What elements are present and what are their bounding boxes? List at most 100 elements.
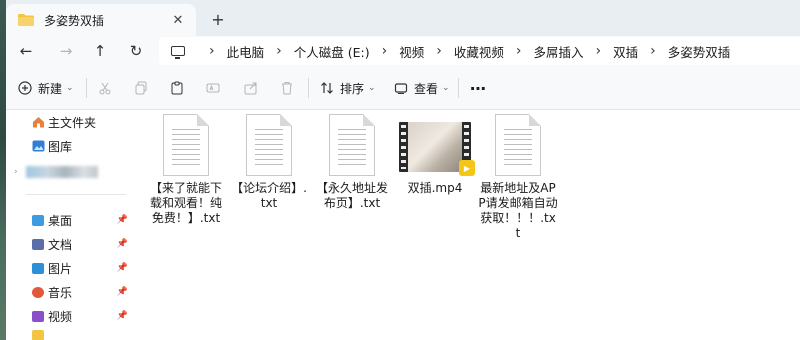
navigation-pane: 主文件夹 图库 › 桌面 📌 文档 📌 图片 📌 音乐 � bbox=[6, 110, 132, 340]
documents-icon bbox=[32, 238, 44, 250]
breadcrumb-separator: › bbox=[209, 43, 215, 59]
chevron-down-icon: ⌄ bbox=[368, 83, 376, 93]
toolbar-divider bbox=[86, 78, 87, 98]
share-icon bbox=[244, 82, 257, 95]
file-item[interactable]: 【来了就能下载和观看！纯免费！】.txt bbox=[146, 114, 226, 226]
tab-strip: 多姿势双插 ✕ + bbox=[6, 0, 800, 36]
file-explorer-window: 多姿势双插 ✕ + ← → ↑ ↻ › 此电脑 › 个人磁盘 (E:) › 视频… bbox=[6, 0, 800, 340]
video-file-icon: ▶ bbox=[399, 122, 475, 176]
file-item[interactable]: 最新地址及APP请发邮箱自动获取！！！.txt bbox=[478, 114, 558, 241]
breadcrumb-separator: › bbox=[595, 43, 602, 59]
sidebar-item-videos[interactable]: 视频 📌 bbox=[6, 304, 132, 328]
forward-button[interactable]: → bbox=[54, 40, 78, 62]
new-tab-button[interactable]: + bbox=[206, 8, 230, 30]
toolbar-divider bbox=[458, 78, 459, 98]
sidebar-divider bbox=[26, 194, 126, 195]
breadcrumb-separator: › bbox=[276, 43, 282, 59]
sidebar-item-home[interactable]: 主文件夹 bbox=[6, 110, 132, 134]
close-tab-icon[interactable]: ✕ bbox=[170, 12, 186, 28]
file-name: 【来了就能下载和观看！纯免费！】.txt bbox=[149, 181, 222, 225]
file-name: 【永久地址发布页】.txt bbox=[315, 181, 388, 210]
copy-icon bbox=[135, 81, 147, 95]
blurred-account-name bbox=[25, 166, 98, 178]
refresh-button[interactable]: ↻ bbox=[124, 40, 148, 62]
paste-button[interactable] bbox=[170, 78, 184, 98]
pin-icon: 📌 bbox=[116, 287, 128, 297]
sort-button-label: 排序 bbox=[340, 81, 365, 96]
plus-circle-icon bbox=[18, 81, 32, 95]
tab-current-folder[interactable]: 多姿势双插 ✕ bbox=[6, 4, 196, 36]
pin-icon: 📌 bbox=[116, 215, 128, 225]
chevron-down-icon: ⌄ bbox=[442, 83, 450, 93]
sidebar-item-pictures[interactable]: 图片 📌 bbox=[6, 256, 132, 280]
breadcrumb-drive[interactable]: 个人磁盘 (E:) bbox=[294, 42, 370, 61]
this-pc-icon bbox=[171, 46, 185, 59]
file-list: 【来了就能下载和观看！纯免费！】.txt 【论坛介绍】.txt 【永久地址发布页… bbox=[132, 110, 800, 340]
file-item[interactable]: 【永久地址发布页】.txt bbox=[312, 114, 392, 211]
file-name: 【论坛介绍】.txt bbox=[231, 181, 307, 210]
delete-button[interactable] bbox=[280, 78, 294, 98]
command-bar: 新建 ⌄ 排序 ⌄ 查看 ⌄ ⋯ bbox=[6, 66, 800, 110]
view-button-label: 查看 bbox=[414, 81, 439, 96]
music-icon bbox=[32, 286, 44, 298]
breadcrumb-videos[interactable]: 视频 bbox=[399, 42, 424, 61]
desktop-icon bbox=[32, 214, 44, 226]
share-button[interactable] bbox=[244, 78, 258, 98]
videos-icon bbox=[32, 310, 44, 322]
chevron-down-icon: ⌄ bbox=[66, 83, 74, 93]
new-button-label: 新建 bbox=[38, 81, 63, 96]
pictures-icon bbox=[32, 262, 44, 274]
address-bar[interactable]: › 此电脑 › 个人磁盘 (E:) › 视频 › 收藏视频 › 多屌插入 › 双… bbox=[159, 37, 800, 65]
tab-title: 多姿势双插 bbox=[44, 13, 105, 28]
pin-icon: 📌 bbox=[116, 311, 128, 321]
file-item[interactable]: 【论坛介绍】.txt bbox=[229, 114, 309, 211]
breadcrumb-separator: › bbox=[515, 43, 522, 59]
pin-icon: 📌 bbox=[116, 263, 128, 273]
new-button[interactable]: 新建 ⌄ bbox=[18, 78, 74, 98]
folder-icon bbox=[32, 330, 44, 340]
breadcrumb-separator: › bbox=[381, 43, 388, 59]
player-badge-icon: ▶ bbox=[459, 160, 475, 176]
breadcrumb-this-pc[interactable]: 此电脑 bbox=[227, 42, 265, 61]
pin-icon: 📌 bbox=[116, 239, 128, 249]
trash-icon bbox=[282, 82, 292, 95]
text-file-icon bbox=[163, 114, 209, 176]
scissors-icon bbox=[99, 82, 111, 95]
file-name: 最新地址及APP请发邮箱自动获取！！！.txt bbox=[478, 181, 558, 240]
cut-button[interactable] bbox=[98, 78, 112, 98]
more-options-button[interactable]: ⋯ bbox=[470, 78, 486, 98]
sidebar-item-music[interactable]: 音乐 📌 bbox=[6, 280, 132, 304]
text-file-icon bbox=[329, 114, 375, 176]
sidebar-item-label: 音乐 bbox=[48, 285, 73, 300]
clipboard-icon bbox=[171, 81, 183, 95]
text-file-icon bbox=[246, 114, 292, 176]
sidebar-item-blurred-account[interactable]: › bbox=[6, 160, 132, 184]
file-item[interactable]: ▶ 双插.mp4 bbox=[395, 114, 475, 196]
sort-icon bbox=[321, 82, 333, 94]
copy-button[interactable] bbox=[134, 78, 148, 98]
rename-icon bbox=[206, 83, 220, 93]
sidebar-item-label: 主文件夹 bbox=[48, 115, 97, 130]
text-file-icon bbox=[495, 114, 541, 176]
view-icon bbox=[394, 83, 408, 94]
sidebar-item-label: 视频 bbox=[48, 309, 73, 324]
sort-button[interactable]: 排序 ⌄ bbox=[320, 78, 376, 98]
view-button[interactable]: 查看 ⌄ bbox=[394, 78, 450, 98]
sidebar-item-desktop[interactable]: 桌面 📌 bbox=[6, 208, 132, 232]
up-button[interactable]: ↑ bbox=[88, 40, 112, 62]
sidebar-item-label: 图库 bbox=[48, 139, 73, 154]
sidebar-item-documents[interactable]: 文档 📌 bbox=[6, 232, 132, 256]
sidebar-item-partial[interactable] bbox=[6, 330, 132, 340]
home-icon bbox=[33, 117, 44, 128]
breadcrumb-folder-5[interactable]: 双插 bbox=[613, 42, 638, 61]
breadcrumb-favorites[interactable]: 收藏视频 bbox=[454, 42, 504, 61]
chevron-right-icon: › bbox=[14, 167, 18, 177]
sidebar-item-label: 文档 bbox=[48, 237, 73, 252]
sidebar-item-gallery[interactable]: 图库 bbox=[6, 134, 132, 158]
address-row: ← → ↑ ↻ › 此电脑 › 个人磁盘 (E:) › 视频 › 收藏视频 › … bbox=[6, 36, 800, 66]
file-name: 双插.mp4 bbox=[407, 181, 463, 195]
breadcrumb-folder-4[interactable]: 多屌插入 bbox=[533, 42, 583, 61]
rename-button[interactable] bbox=[206, 78, 220, 98]
back-button[interactable]: ← bbox=[14, 40, 38, 62]
breadcrumb-current[interactable]: 多姿势双插 bbox=[668, 42, 731, 61]
